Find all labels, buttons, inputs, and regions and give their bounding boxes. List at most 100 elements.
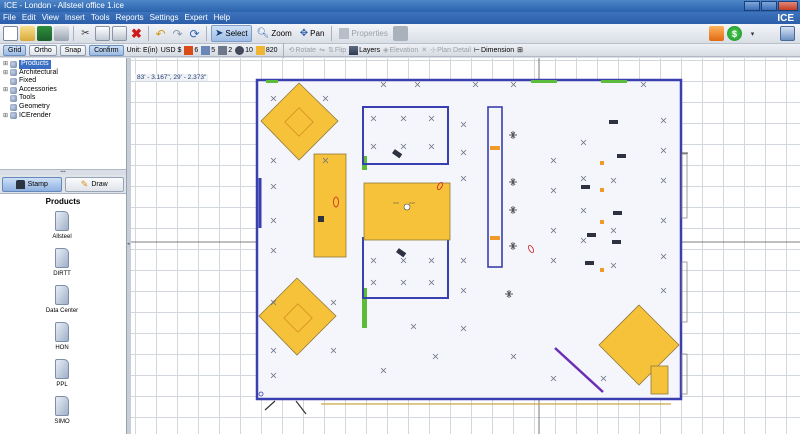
menu-tools[interactable]: Tools [91, 12, 110, 24]
title-bar: ICE - London - Allsteel office 1.ice [0, 0, 800, 12]
mirror-icon: ⇋ [319, 47, 325, 54]
product-catalog: Products Allsteel DIRTT Data Center HON … [0, 195, 126, 434]
refresh-icon[interactable]: ⟳ [187, 26, 202, 41]
filter-c[interactable]: 2 [218, 45, 232, 55]
window-title: ICE - London - Allsteel office 1.ice [4, 1, 124, 10]
tree-item-accessories[interactable]: ⊞ Accessories [0, 86, 126, 95]
grid-toggle[interactable]: Grid [3, 44, 27, 56]
tree-item-tools[interactable]: Tools [0, 94, 126, 103]
catalog-item-hon[interactable]: HON [32, 320, 92, 351]
expand-icon[interactable]: ⊞ [3, 60, 8, 69]
menu-help[interactable]: Help [214, 12, 230, 24]
copy-icon[interactable] [95, 26, 110, 41]
filter-a[interactable]: 6 [184, 45, 198, 55]
menu-edit[interactable]: Edit [22, 12, 36, 24]
elevation-button[interactable]: ◈ Elevation [383, 46, 418, 55]
ortho-toggle[interactable]: Ortho [29, 44, 57, 56]
zoom-tool-button[interactable]: 🔍︎ Zoom [254, 25, 295, 42]
floor-plan-canvas[interactable]: 83' - 3.167", 29' - 2.373" [131, 58, 800, 434]
tree-item-geometry[interactable]: Geometry [0, 103, 126, 112]
filter-b[interactable]: 5 [201, 45, 215, 55]
undo-icon[interactable]: ↶ [153, 26, 168, 41]
flip-icon: ⇅ [327, 47, 334, 54]
folder-icon [10, 95, 17, 103]
currency-label[interactable]: USD $ [161, 47, 182, 54]
layers-icon [349, 45, 359, 55]
floor-plan[interactable] [131, 58, 800, 434]
product-icon [52, 394, 72, 418]
menu-file[interactable]: File [3, 12, 16, 24]
unit-label[interactable]: Unit: E(in) [127, 47, 158, 54]
tree-item-fixed[interactable]: Fixed [0, 77, 126, 86]
menu-reports[interactable]: Reports [116, 12, 144, 24]
menu-settings[interactable]: Settings [150, 12, 179, 24]
mirror-button[interactable]: ⇋ [319, 46, 325, 54]
redo-icon[interactable]: ↷ [170, 26, 185, 41]
catalog-item-dirtt[interactable]: DIRTT [32, 246, 92, 277]
window-strip [266, 80, 278, 83]
pricing-icon[interactable]: $ [727, 26, 742, 41]
paste-icon[interactable] [112, 26, 127, 41]
expand-icon[interactable]: ⊞ [3, 69, 8, 78]
product-icon [52, 320, 72, 344]
product-icon [52, 209, 72, 233]
measure-button[interactable]: ⊞ [517, 46, 523, 54]
mode-tabs: Stamp ✎ Draw [0, 175, 126, 194]
zone-conference [363, 182, 451, 241]
catalog-icon[interactable] [709, 26, 724, 41]
tree-item-icerender[interactable]: ⊞ ICErender [0, 112, 126, 121]
zone-desk-column [313, 153, 347, 258]
filter-d-icon [235, 45, 245, 55]
snap-toggle[interactable]: Snap [59, 44, 87, 56]
properties-icon [339, 28, 350, 39]
tab-stamp[interactable]: Stamp [2, 176, 62, 192]
catalog-item-allsteel[interactable]: Allsteel [32, 209, 92, 240]
cut-icon[interactable]: ✂ [78, 26, 93, 41]
dimension-button[interactable]: ⊢ Dimension [474, 46, 514, 55]
main-toolbar: ✂ ✖ ↶ ↷ ⟳ ➤ Select 🔍︎ Zoom ✥ Pan Propert… [0, 24, 800, 44]
close-button[interactable] [778, 1, 798, 11]
folder-icon [10, 77, 17, 85]
tree-item-products[interactable]: ⊞ Products [0, 60, 126, 69]
tab-draw[interactable]: ✎ Draw [64, 176, 124, 192]
pan-arrows-icon: ✥ [299, 28, 309, 39]
delete-icon[interactable]: ✖ [129, 26, 144, 41]
open-folder-icon[interactable] [20, 26, 35, 41]
pan-tool-button[interactable]: ✥ Pan [297, 25, 328, 42]
window-strip [601, 80, 627, 83]
properties-button[interactable]: Properties [336, 25, 390, 42]
filter-d[interactable]: 10 [235, 45, 253, 55]
magnifier-icon: 🔍︎ [256, 28, 270, 39]
flip-button[interactable]: ⇅ Flip [327, 46, 346, 55]
folder-icon [10, 69, 17, 77]
arrow-down-icon[interactable]: ▾ [745, 26, 760, 41]
menu-expert[interactable]: Expert [185, 12, 208, 24]
layers-button[interactable]: Layers [349, 45, 380, 55]
minimize-button[interactable] [744, 1, 760, 11]
expand-icon[interactable]: ⊞ [3, 86, 8, 95]
tree-item-architectural[interactable]: ⊞ Architectural [0, 69, 126, 78]
tool-x-button[interactable]: ✕ [421, 46, 427, 54]
menu-bar: File Edit View Insert Tools Reports Sett… [0, 12, 800, 24]
plan-detail-button[interactable]: ⊹ Plan Detail [430, 46, 471, 55]
plan-detail-icon: ⊹ [430, 47, 437, 54]
catalog-item-data-center[interactable]: Data Center [32, 283, 92, 314]
select-tool-button[interactable]: ➤ Select [211, 25, 252, 42]
catalog-title: Products [45, 197, 81, 206]
rotate-button[interactable]: ⟲ Rotate [288, 46, 317, 55]
catalog-item-ppl[interactable]: PPL [32, 357, 92, 388]
menu-view[interactable]: View [42, 12, 59, 24]
catalog-item-simo[interactable]: SIMO [32, 394, 92, 425]
confirm-toggle[interactable]: Confirm [89, 44, 124, 56]
maximize-button[interactable] [761, 1, 777, 11]
window-controls [744, 1, 798, 11]
save-icon[interactable] [37, 26, 52, 41]
menu-insert[interactable]: Insert [65, 12, 85, 24]
expand-icon[interactable]: ⊞ [3, 112, 8, 121]
filter-e[interactable]: 820 [255, 45, 278, 55]
print-icon[interactable] [54, 26, 69, 41]
new-file-icon[interactable] [3, 26, 18, 41]
rotate-icon: ⟲ [288, 47, 295, 54]
table-icon[interactable] [392, 26, 408, 41]
render-icon[interactable] [780, 26, 795, 41]
